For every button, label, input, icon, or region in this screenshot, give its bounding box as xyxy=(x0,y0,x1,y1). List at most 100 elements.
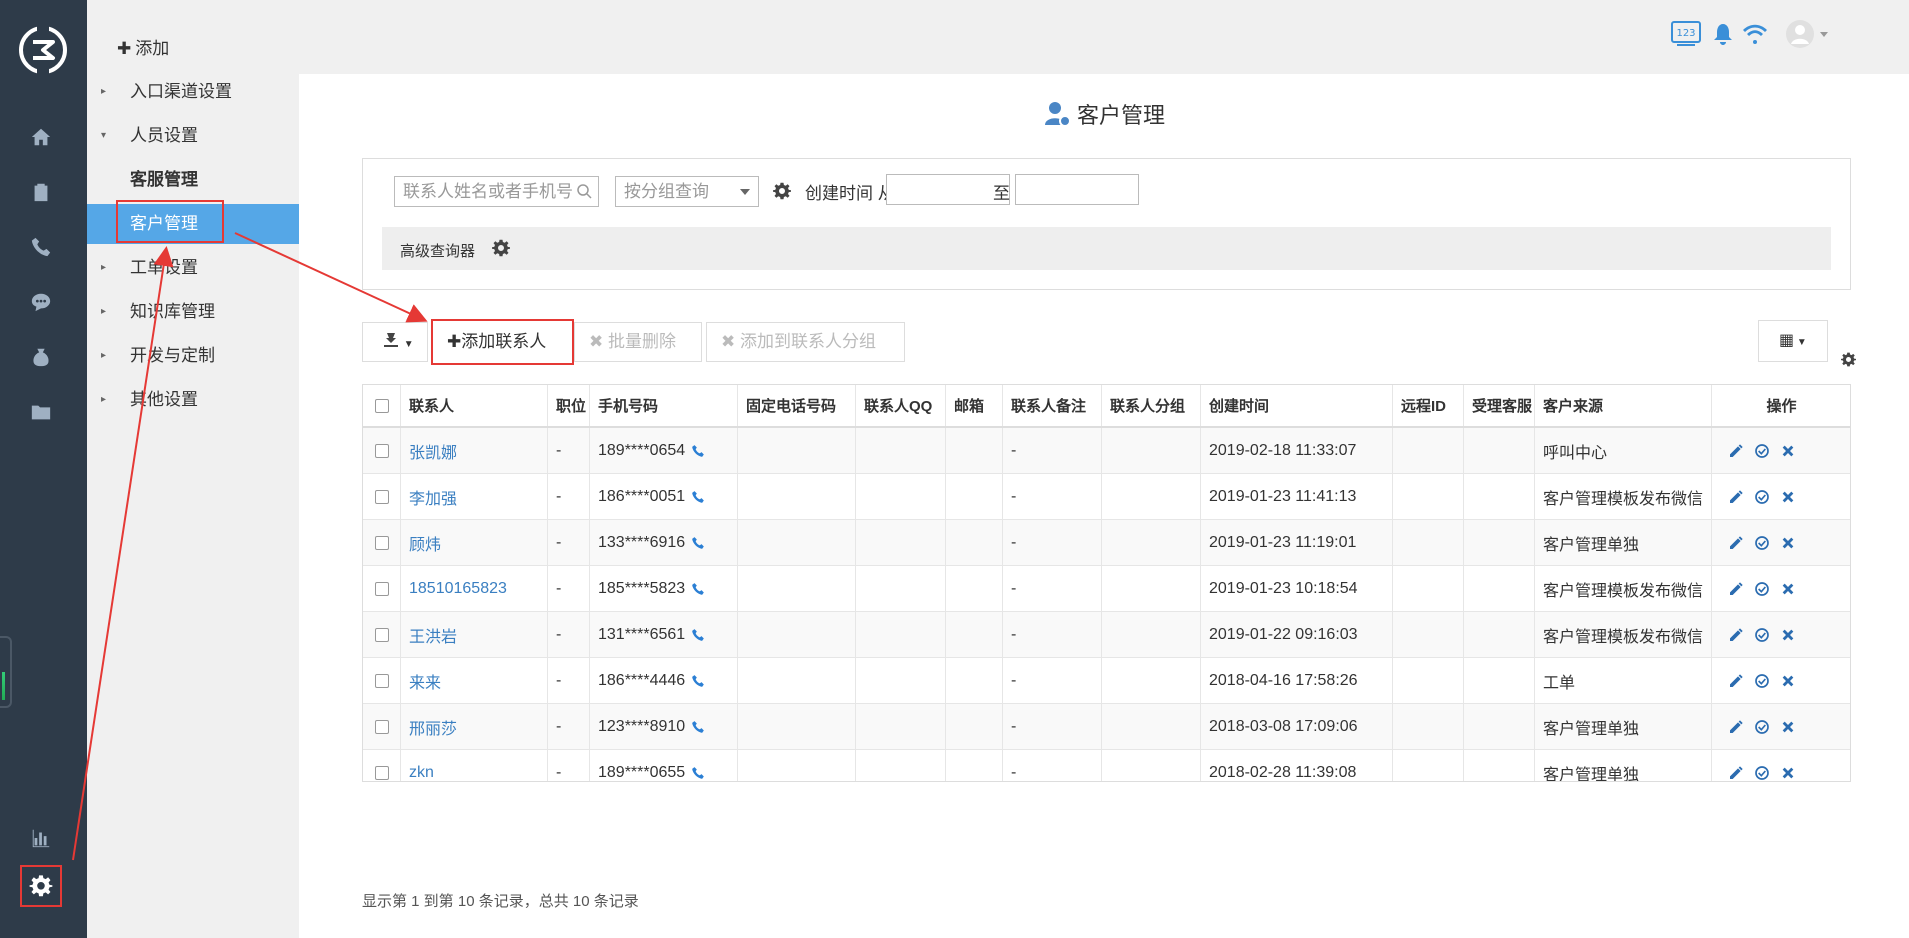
close-icon: ✖ xyxy=(589,332,604,351)
phone-icon[interactable] xyxy=(691,674,705,688)
email-cell xyxy=(946,428,1003,473)
contact-name-link[interactable]: 顾炜 xyxy=(401,520,548,565)
edit-icon[interactable] xyxy=(1728,581,1744,597)
filter-panel: 联系人姓名或者手机号 按分组查询 创建时间 从 至 高级查询器 xyxy=(362,158,1851,290)
money-bag-icon[interactable] xyxy=(28,344,54,370)
close-icon[interactable] xyxy=(1780,581,1796,597)
check-circle-icon[interactable] xyxy=(1754,443,1770,459)
bar-chart-icon[interactable] xyxy=(28,825,54,851)
menu-item-dev-customization[interactable]: ▸ 开发与定制 xyxy=(87,336,299,376)
pagination-summary: 显示第 1 到第 10 条记录，总共 10 条记录 xyxy=(362,893,639,910)
close-icon[interactable] xyxy=(1780,443,1796,459)
contact-name-link[interactable]: 李加强 xyxy=(401,474,548,519)
menu-item-knowledge-base[interactable]: ▸ 知识库管理 xyxy=(87,292,299,332)
advanced-query[interactable]: 高级查询器 xyxy=(382,227,1831,270)
close-icon[interactable] xyxy=(1780,489,1796,505)
menu-item-staff-settings[interactable]: ▾ 人员设置 xyxy=(87,116,299,156)
close-icon[interactable] xyxy=(1780,719,1796,735)
edit-icon[interactable] xyxy=(1728,489,1744,505)
edit-icon[interactable] xyxy=(1728,535,1744,551)
phone-icon[interactable] xyxy=(691,628,705,642)
edit-icon[interactable] xyxy=(1728,765,1744,781)
menu-item-ticket-settings[interactable]: ▸ 工单设置 xyxy=(87,248,299,288)
row-checkbox[interactable] xyxy=(375,627,389,642)
group-select[interactable]: 按分组查询 xyxy=(615,176,759,207)
gear-icon[interactable] xyxy=(773,182,791,200)
row-checkbox[interactable] xyxy=(375,673,389,688)
created-cell: 2019-01-23 11:19:01 xyxy=(1201,520,1393,565)
phone-icon[interactable] xyxy=(691,766,705,780)
bell-icon[interactable] xyxy=(1713,20,1733,48)
group-cell xyxy=(1102,428,1201,473)
check-circle-icon[interactable] xyxy=(1754,581,1770,597)
check-circle-icon[interactable] xyxy=(1754,765,1770,781)
close-icon[interactable] xyxy=(1780,765,1796,781)
add-to-group-button[interactable]: ✖ 添加到联系人分组 xyxy=(706,322,905,362)
select-all-checkbox[interactable] xyxy=(375,398,389,413)
contact-name-link[interactable]: 18510165823 xyxy=(401,566,548,611)
columns-dropdown-button[interactable]: ▦ ▼ xyxy=(1758,320,1828,362)
phone-icon[interactable] xyxy=(691,582,705,596)
add-button[interactable]: ✚ 添加 xyxy=(117,34,169,59)
close-icon[interactable] xyxy=(1780,627,1796,643)
home-icon[interactable] xyxy=(28,124,54,150)
edit-icon[interactable] xyxy=(1728,627,1744,643)
add-contact-button[interactable]: ✚添加联系人 xyxy=(431,319,574,365)
row-checkbox[interactable] xyxy=(375,535,389,550)
agent-cell xyxy=(1464,658,1535,703)
table-row: 张凯娜 -189****0654-2019-02-18 11:33:07 呼叫中心 xyxy=(363,428,1850,474)
row-checkbox[interactable] xyxy=(375,719,389,734)
check-circle-icon[interactable] xyxy=(1754,489,1770,505)
contact-name-link[interactable]: 张凯娜 xyxy=(401,428,548,473)
phone-icon[interactable] xyxy=(691,536,705,550)
row-checkbox[interactable] xyxy=(375,581,389,596)
contact-name-link[interactable]: 邢丽莎 xyxy=(401,704,548,749)
group-cell xyxy=(1102,658,1201,703)
edit-icon[interactable] xyxy=(1728,719,1744,735)
search-input[interactable]: 联系人姓名或者手机号 xyxy=(394,176,599,207)
contact-name-link[interactable]: 来来 xyxy=(401,658,548,703)
settings-button[interactable] xyxy=(20,865,62,907)
menu-item-entry-channel[interactable]: ▸ 入口渠道设置 xyxy=(87,72,299,112)
phone-icon[interactable] xyxy=(691,490,705,504)
contact-name-link[interactable]: 王洪岩 xyxy=(401,612,548,657)
edit-icon[interactable] xyxy=(1728,443,1744,459)
user-avatar[interactable] xyxy=(1786,20,1832,48)
created-cell: 2019-01-23 11:41:13 xyxy=(1201,474,1393,519)
close-icon[interactable] xyxy=(1780,673,1796,689)
batch-delete-button[interactable]: ✖ 批量删除 xyxy=(574,322,702,362)
gear-icon[interactable] xyxy=(1841,352,1856,367)
check-circle-icon[interactable] xyxy=(1754,535,1770,551)
folder-icon[interactable] xyxy=(28,399,54,425)
clipboard-icon[interactable] xyxy=(28,179,54,205)
date-to-input[interactable] xyxy=(1015,174,1139,205)
check-circle-icon[interactable] xyxy=(1754,719,1770,735)
phone-icon[interactable] xyxy=(28,234,54,260)
menu-item-other-settings[interactable]: ▸ 其他设置 xyxy=(87,380,299,420)
created-cell: 2019-01-23 10:18:54 xyxy=(1201,566,1393,611)
import-dropdown-button[interactable]: ▼ xyxy=(362,322,428,362)
wifi-icon[interactable] xyxy=(1743,20,1767,48)
phone-icon[interactable] xyxy=(691,444,705,458)
row-checkbox[interactable] xyxy=(375,765,389,780)
app-logo[interactable] xyxy=(17,24,69,76)
check-circle-icon[interactable] xyxy=(1754,673,1770,689)
date-from-input[interactable] xyxy=(886,174,1010,205)
gear-icon[interactable] xyxy=(492,239,510,257)
row-checkbox[interactable] xyxy=(375,443,389,458)
mobile-number: 186****4446 xyxy=(598,671,686,689)
mobile-number: 123****8910 xyxy=(598,717,686,735)
chat-icon[interactable] xyxy=(28,289,54,315)
close-icon[interactable] xyxy=(1780,535,1796,551)
column-header: 联系人QQ xyxy=(856,385,946,426)
edit-icon[interactable] xyxy=(1728,673,1744,689)
row-checkbox[interactable] xyxy=(375,489,389,504)
contact-name-link[interactable]: zkn xyxy=(401,750,548,781)
menu-item-agent-management[interactable]: 客服管理 xyxy=(87,160,299,200)
phone-icon[interactable] xyxy=(691,720,705,734)
landline-cell xyxy=(738,750,856,781)
mobile-cell: 123****8910 xyxy=(590,704,738,749)
keypad-icon[interactable]: 123 xyxy=(1671,20,1701,48)
check-circle-icon[interactable] xyxy=(1754,627,1770,643)
grid-icon: ▦ xyxy=(1779,332,1795,349)
